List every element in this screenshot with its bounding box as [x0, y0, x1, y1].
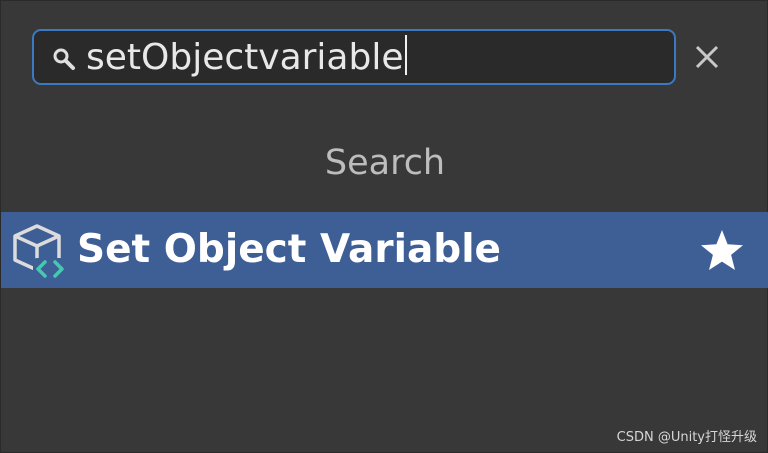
- watermark: CSDN @Unity打怪升级: [616, 430, 757, 445]
- section-header: Search: [324, 143, 446, 183]
- star-icon[interactable]: [699, 228, 745, 274]
- close-icon[interactable]: [689, 39, 725, 75]
- search-field[interactable]: setObjectvariable: [32, 29, 676, 85]
- text-caret: [404, 35, 407, 75]
- result-item-set-object-variable[interactable]: Set Object Variable: [1, 212, 768, 288]
- search-input[interactable]: setObjectvariable: [86, 35, 646, 79]
- node-variable-icon: [13, 224, 67, 280]
- node-search-panel: setObjectvariable Search Set Object Vari…: [0, 0, 768, 453]
- result-item-label: Set Object Variable: [77, 227, 502, 272]
- search-icon: [53, 48, 75, 70]
- search-input-text: setObjectvariable: [86, 37, 404, 78]
